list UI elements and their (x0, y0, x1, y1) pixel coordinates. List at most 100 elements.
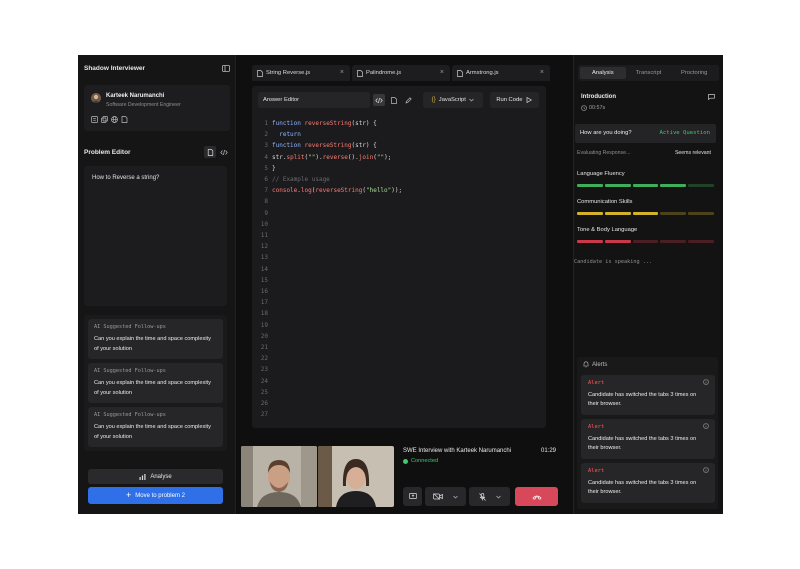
document-icon[interactable] (121, 116, 128, 123)
code-line: function reverseString(str) { (272, 120, 377, 127)
line-number: 21 (260, 344, 268, 351)
connection-status: Connected (403, 458, 438, 464)
line-number: 16 (260, 288, 268, 295)
microphone-off-icon (478, 492, 486, 501)
move-to-problem-button[interactable]: + Move to problem 2 (88, 487, 223, 504)
analyse-button[interactable]: Analyse (88, 469, 223, 484)
code-view-button[interactable] (218, 146, 230, 158)
microphone-toggle-button[interactable] (469, 487, 510, 506)
active-question[interactable]: How are you doing? Active Question (575, 124, 716, 143)
metric-bars (577, 212, 714, 215)
alert-item[interactable]: Alert Candidate has switched the tabs 3 … (581, 419, 715, 459)
pencil-icon (405, 96, 412, 104)
app-title: Shadow Interviewer (84, 64, 146, 72)
interviewer-video (241, 446, 317, 507)
info-icon[interactable] (703, 467, 709, 473)
metric-bar-segment (604, 240, 631, 243)
file-tab[interactable]: Palindrome.js × (352, 65, 450, 81)
line-number: 26 (260, 400, 268, 407)
metric-bars (577, 184, 714, 187)
braces-icon: {} (431, 97, 436, 103)
phone-hangup-icon (532, 495, 541, 500)
share-screen-button[interactable] (403, 487, 422, 506)
followup-text: Can you explain the time and space compl… (94, 380, 211, 396)
alert-item[interactable]: Alert Candidate has switched the tabs 3 … (581, 375, 715, 415)
line-number: 13 (260, 254, 268, 262)
resume-icon[interactable] (91, 116, 98, 123)
camera-off-icon (433, 493, 443, 500)
line-number: 18 (260, 310, 268, 318)
end-call-button[interactable] (515, 487, 558, 506)
problem-editor[interactable]: How to Reverse a string? (84, 166, 227, 306)
alerts-panel: Alerts Alert Candidate has switched the … (577, 357, 718, 509)
line-number: 4 (264, 153, 268, 161)
editor-toolbar: Answer Editor {} JavaScript Run Code (258, 92, 539, 108)
profile-links (91, 116, 128, 123)
candidate-video (318, 446, 394, 507)
section-title: Introduction (581, 94, 616, 100)
code-mode-button[interactable] (373, 94, 385, 106)
close-icon[interactable]: × (440, 69, 444, 76)
run-label: Run Code (496, 97, 523, 103)
code-icon (220, 149, 228, 155)
code-line: } (272, 164, 276, 172)
document-mode-button[interactable] (388, 94, 400, 106)
draw-mode-button[interactable] (402, 94, 414, 106)
tab-analysis[interactable]: Analysis (580, 67, 626, 79)
chevron-down-icon (469, 98, 474, 102)
code-line: return (272, 131, 301, 139)
metric-bar-segment (632, 240, 659, 243)
file-tab-label: Armstrong.js (466, 70, 499, 76)
file-tab-label: String Reverse.js (266, 70, 311, 76)
camera-toggle-button[interactable] (425, 487, 466, 506)
line-number: 5 (264, 164, 268, 172)
followup-card[interactable]: AI Suggested Follow-ups Can you explain … (88, 407, 223, 447)
interview-section: Introduction 00:57s (578, 91, 719, 119)
line-number: 20 (260, 332, 268, 340)
metric-label: Language Fluency (577, 171, 625, 177)
message-icon[interactable] (708, 94, 715, 100)
followup-heading: AI Suggested Follow-ups (94, 324, 166, 330)
line-number: 6 (264, 176, 268, 183)
analysis-tabs: Analysis Transcript Proctoring (578, 65, 719, 81)
document-icon (207, 148, 213, 156)
line-number: 1 (264, 120, 268, 127)
call-timer: 01:29 (541, 448, 557, 454)
followup-card[interactable]: AI Suggested Follow-ups Can you explain … (88, 363, 223, 403)
metric-bar-segment (660, 184, 687, 187)
alert-text: Candidate has switched the tabs 3 times … (588, 480, 697, 495)
alert-type: Alert (588, 424, 605, 430)
close-icon[interactable]: × (540, 69, 544, 76)
file-tab[interactable]: String Reverse.js × (252, 65, 350, 81)
run-code-button[interactable]: Run Code (489, 92, 539, 108)
question-text: How are you doing? (580, 130, 632, 136)
file-tab-label: Palindrome.js (366, 70, 402, 76)
followup-card[interactable]: AI Suggested Follow-ups Can you explain … (88, 319, 223, 359)
info-icon[interactable] (703, 379, 709, 385)
metric-bar-segment (632, 184, 659, 187)
document-view-button[interactable] (204, 146, 216, 158)
info-icon[interactable] (703, 423, 709, 429)
globe-icon[interactable] (111, 116, 118, 123)
copy-icon[interactable] (101, 116, 108, 123)
sidebar-toggle-icon[interactable] (222, 64, 230, 72)
language-select[interactable]: {} JavaScript (422, 92, 483, 108)
metric-bars (577, 240, 714, 243)
line-number: 22 (260, 355, 268, 363)
close-icon[interactable]: × (340, 69, 344, 76)
line-number: 2 (264, 131, 268, 139)
alert-item[interactable]: Alert Candidate has switched the tabs 3 … (581, 463, 715, 503)
metric-bar-segment (577, 212, 603, 215)
line-number: 12 (260, 243, 268, 251)
file-tab[interactable]: Armstrong.js × (452, 65, 550, 81)
play-icon (527, 97, 533, 103)
file-icon (257, 69, 263, 77)
metric-bar-segment (604, 184, 631, 187)
metric-language-fluency: Language Fluency (577, 171, 714, 187)
alerts-title: Alerts (592, 361, 608, 368)
tab-proctoring[interactable]: Proctoring (671, 67, 717, 79)
analyse-label: Analyse (150, 473, 172, 480)
answer-editor[interactable]: Answer Editor {} JavaScript Run Code fun… (252, 86, 546, 428)
tab-transcript[interactable]: Transcript (626, 67, 672, 79)
code-workspace: String Reverse.js × Palindrome.js × Arms… (237, 55, 573, 514)
